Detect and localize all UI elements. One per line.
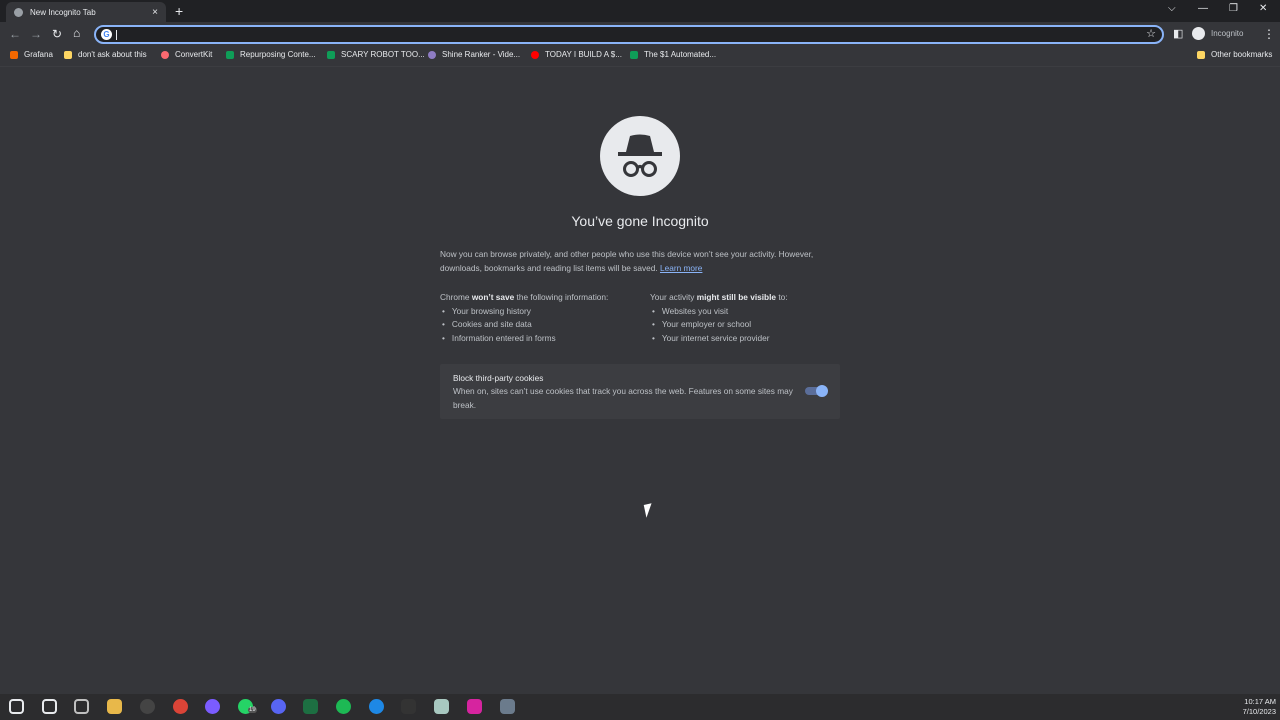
sheets-icon <box>226 50 234 59</box>
home-button[interactable]: ⌂ <box>73 26 80 40</box>
new-tab-button[interactable]: + <box>175 3 183 19</box>
spotify-icon[interactable] <box>336 699 351 714</box>
wont-save-heading: Chrome won’t save the following informat… <box>440 292 609 302</box>
bookmark-label: TODAY I BUILD A $... <box>545 50 622 59</box>
clock-date: 7/10/2023 <box>1242 707 1276 716</box>
divider <box>0 66 1280 67</box>
convertkit-icon <box>161 50 169 59</box>
forward-button[interactable]: → <box>30 27 42 41</box>
instagram-icon[interactable] <box>466 699 482 714</box>
system-clock[interactable]: 10:17 AM 7/10/2023 <box>1243 697 1276 717</box>
side-panel-button[interactable]: ◧ <box>1173 27 1183 40</box>
learn-more-link[interactable]: Learn more <box>660 263 702 273</box>
cookie-title: Block third-party cookies <box>453 373 544 383</box>
list-item: Cookies and site data <box>440 318 645 332</box>
folder-icon <box>1197 50 1205 59</box>
sheets-icon <box>630 50 638 59</box>
task-view-icon[interactable] <box>74 699 90 714</box>
menu-button[interactable]: ⋮ <box>1263 27 1275 41</box>
reload-button[interactable]: ↻ <box>52 27 62 41</box>
back-button[interactable]: ← <box>9 27 21 41</box>
bookmark-grafana[interactable]: Grafana <box>10 50 53 59</box>
tab-title: New Incognito Tab <box>30 7 96 17</box>
google-icon: G <box>101 29 112 40</box>
taskbar: 19 10:17 AM 7/10/2023 <box>0 694 1280 720</box>
bookmark-label: SCARY ROBOT TOO... <box>341 50 425 59</box>
bookmarks-bar: Grafana don't ask about this ConvertKit … <box>0 48 1280 64</box>
calculator-icon[interactable] <box>499 699 515 714</box>
bookmark-dont-ask[interactable]: don't ask about this <box>64 50 147 59</box>
globe-icon <box>14 7 23 17</box>
bookmark-label: Shine Ranker - Vide... <box>442 50 521 59</box>
visible-to-heading: Your activity might still be visible to: <box>650 292 788 302</box>
windows-start-icon[interactable] <box>9 699 24 714</box>
media-player-icon[interactable] <box>139 699 155 714</box>
toggle-knob <box>816 385 828 397</box>
bookmark-one-dollar[interactable]: The $1 Automated... <box>630 50 716 59</box>
youtube-icon <box>531 50 539 59</box>
list-item: Your employer or school <box>650 318 850 332</box>
notepad-icon[interactable] <box>434 699 450 714</box>
wont-save-section: Chrome won’t save the following informat… <box>440 291 645 345</box>
whatsapp-badge: 19 <box>248 707 257 713</box>
incognito-icon <box>1192 27 1205 40</box>
bookmark-label: don't ask about this <box>78 50 147 59</box>
messenger-icon[interactable] <box>205 699 221 714</box>
page-title: You’ve gone Incognito <box>571 213 709 229</box>
third-party-cookies-card: Block third-party cookies When on, sites… <box>440 364 840 419</box>
edge-icon[interactable] <box>368 699 384 714</box>
bookmark-repurposing[interactable]: Repurposing Conte... <box>226 50 316 59</box>
tab-strip: New Incognito Tab × + ⌵ — ❐ ✕ <box>0 0 1280 22</box>
restore-button[interactable]: ❐ <box>1229 3 1238 14</box>
bookmark-convertkit[interactable]: ConvertKit <box>161 50 212 59</box>
intro-text: Now you can browse privately, and other … <box>440 248 840 275</box>
sheets-icon <box>327 50 335 59</box>
tab-new-incognito[interactable]: New Incognito Tab × <box>6 2 166 22</box>
bookmark-shine-ranker[interactable]: Shine Ranker - Vide... <box>428 50 520 59</box>
excel-icon[interactable] <box>303 699 319 714</box>
mouse-cursor <box>643 503 655 518</box>
bookmark-label: Repurposing Conte... <box>240 50 316 59</box>
search-icon[interactable] <box>41 699 57 714</box>
bookmark-scary-robot[interactable]: SCARY ROBOT TOO... <box>327 50 425 59</box>
folder-icon <box>64 50 72 59</box>
list-item: Information entered in forms <box>440 332 645 346</box>
chrome-icon[interactable] <box>172 699 188 714</box>
cookie-description: When on, sites can’t use cookies that tr… <box>453 386 793 410</box>
bookmark-label: Other bookmarks <box>1211 50 1273 59</box>
text-caret <box>116 30 117 40</box>
minimize-button[interactable]: — <box>1198 3 1208 14</box>
list-item: Websites you visit <box>650 305 850 319</box>
bookmark-label: The $1 Automated... <box>644 50 717 59</box>
profile-button[interactable]: Incognito <box>1192 27 1243 40</box>
incognito-logo-icon <box>600 116 680 196</box>
shine-ranker-icon <box>428 50 436 59</box>
clock-time: 10:17 AM <box>1244 697 1276 706</box>
tab-search-button[interactable]: ⌵ <box>1168 3 1176 14</box>
app-red-dot-icon[interactable] <box>401 699 417 714</box>
bookmark-star-icon[interactable]: ☆ <box>1146 27 1156 40</box>
list-item: Your internet service provider <box>650 332 850 346</box>
block-cookies-toggle[interactable] <box>805 385 828 397</box>
other-bookmarks[interactable]: Other bookmarks <box>1197 50 1272 59</box>
address-bar[interactable]: G ☆ <box>94 25 1164 44</box>
bookmark-label: Grafana <box>24 50 53 59</box>
visible-to-section: Your activity might still be visible to:… <box>650 291 850 345</box>
profile-label: Incognito <box>1211 29 1244 38</box>
grafana-icon <box>10 50 18 59</box>
intro-paragraph: Now you can browse privately, and other … <box>440 249 814 273</box>
tab-close-button[interactable]: × <box>152 7 158 18</box>
list-item: Your browsing history <box>440 305 645 319</box>
close-window-button[interactable]: ✕ <box>1259 3 1267 14</box>
bookmark-label: ConvertKit <box>175 50 213 59</box>
file-explorer-icon[interactable] <box>107 699 123 714</box>
bookmark-today-i-build[interactable]: TODAY I BUILD A $... <box>531 50 622 59</box>
discord-icon[interactable] <box>270 699 286 714</box>
